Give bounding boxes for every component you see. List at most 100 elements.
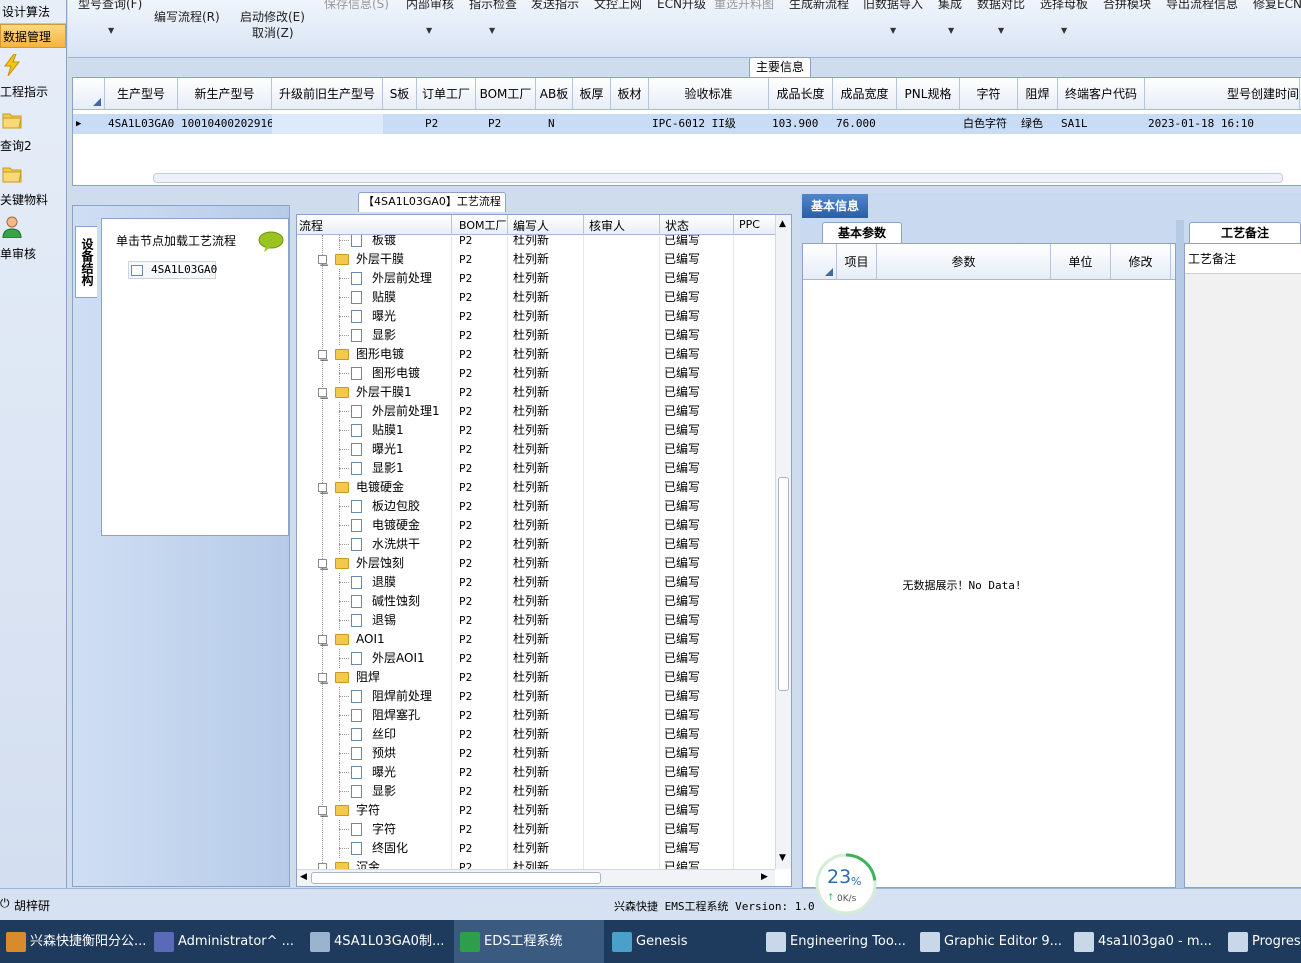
cell[interactable]: 4SA1L03GA0 (105, 114, 178, 134)
cell[interactable] (272, 114, 383, 134)
col-header[interactable]: 阻焊 (1018, 78, 1058, 109)
cancel-button[interactable]: 取消(Z) (252, 24, 294, 41)
col-header[interactable]: 成品宽度 (833, 78, 897, 109)
merge-module-button[interactable]: 合拼模块 (1103, 0, 1151, 12)
ecn-upgrade-button[interactable]: ECN升级 (657, 0, 706, 12)
col-header[interactable]: 参数 (877, 244, 1051, 279)
nav-item-query2[interactable]: 查询2 (0, 106, 66, 160)
tree-row[interactable]: − 电镀硬金 P2 杜列新 已编写 (297, 478, 775, 500)
tree-row[interactable]: − 图形电镀 P2 杜列新 已编写 (297, 345, 775, 367)
table-row[interactable]: ▶ 4SA1L03GA0 10010400202916 P2 P2 N IPC-… (73, 114, 1301, 134)
model-query-button[interactable]: 型号查询(F) (78, 0, 142, 12)
collapse-icon[interactable]: − (318, 388, 329, 405)
cell[interactable]: 76.000 (833, 114, 897, 134)
col-header[interactable]: BOM工厂 (476, 78, 536, 109)
taskbar-item[interactable]: Progress (1222, 920, 1301, 963)
col-header[interactable]: 项目 (837, 244, 877, 279)
cell[interactable]: 10010400202916 (178, 114, 272, 134)
tree-row[interactable]: 退锡 P2 杜列新 已编写 (297, 611, 775, 630)
col-header[interactable]: 字符 (960, 78, 1018, 109)
generate-new-flow-button[interactable]: 生成新流程 (789, 0, 849, 12)
tree-row[interactable]: −沉金P2杜列新已编写 (297, 858, 775, 869)
scroll-down-icon[interactable]: ▼ (779, 853, 786, 863)
cell[interactable]: 103.900 (769, 114, 833, 134)
taskbar-item[interactable]: 4SA1L03GA0制... (304, 920, 454, 963)
tree-row[interactable]: − 字符 P2 杜列新 已编写 (297, 801, 775, 823)
tree-row[interactable]: 外层前处理1 P2 杜列新 已编写 (297, 402, 775, 421)
tree-row[interactable]: 水洗烘干 P2 杜列新 已编写 (297, 535, 775, 554)
col-header[interactable]: 新生产型号 (178, 78, 272, 109)
col-header[interactable]: 板厚 (573, 78, 611, 109)
tree-row[interactable]: 曝光 P2 杜列新 已编写 (297, 307, 775, 326)
send-instruction-button[interactable]: 发送指示 (531, 0, 579, 12)
horizontal-scrollbar[interactable]: ◀ ▶ (297, 869, 775, 886)
scrollbar-thumb[interactable] (778, 477, 789, 691)
instruction-check-button[interactable]: 指示检查 (469, 0, 517, 12)
tree-row[interactable]: 碱性蚀刻 P2 杜列新 已编写 (297, 592, 775, 611)
doc-control-upload-button[interactable]: 文控上网 (594, 0, 642, 12)
tree-row[interactable]: 板边包胶 P2 杜列新 已编写 (297, 497, 775, 516)
col-header[interactable]: 订单工厂 (417, 78, 476, 109)
save-info-button[interactable]: 保存信息(S) (324, 0, 389, 12)
collapse-icon[interactable]: − (318, 350, 329, 367)
col-header[interactable]: 状态 (665, 217, 689, 234)
col-header[interactable]: 终端客户代码 (1058, 78, 1145, 109)
tab-device-structure[interactable]: 设备结构 (75, 226, 97, 298)
col-header[interactable]: 编写人 (513, 217, 549, 234)
nav-item-design-algorithm[interactable]: 设计算法 (0, 0, 66, 24)
cell[interactable]: N (536, 114, 573, 134)
checkbox[interactable] (131, 265, 143, 276)
col-header[interactable]: 型号创建时间 (1145, 78, 1300, 109)
cell[interactable]: IPC-6012 II级 (649, 114, 769, 134)
col-header[interactable]: 验收标准 (649, 78, 769, 109)
chevron-down-icon[interactable]: ▼ (426, 26, 432, 35)
col-header[interactable]: 生产型号 (105, 78, 178, 109)
taskbar-item[interactable]: 兴森快捷衡阳分公... (0, 920, 150, 963)
col-header[interactable]: 板材 (611, 78, 649, 109)
nav-item-key-material[interactable]: 关键物料 (0, 160, 66, 214)
taskbar-item[interactable]: EDS工程系统 (454, 920, 604, 963)
scroll-left-icon[interactable]: ◀ (300, 872, 307, 882)
internal-review-button[interactable]: 内部审核 (406, 0, 454, 12)
chevron-down-icon[interactable]: ▼ (1061, 26, 1067, 35)
tree-row[interactable]: 板镀 P2 杜列新 已编写 (297, 235, 775, 250)
cell[interactable]: 绿色 (1018, 114, 1058, 134)
col-header[interactable]: 升级前旧生产型号 (272, 78, 383, 109)
cell[interactable] (573, 114, 611, 134)
collapse-icon[interactable]: − (318, 483, 329, 500)
old-data-import-button[interactable]: 旧数据导入 (863, 0, 923, 12)
tree-row[interactable]: 贴膜1 P2 杜列新 已编写 (297, 421, 775, 440)
tree-row[interactable]: 电镀硬金 P2 杜列新 已编写 (297, 516, 775, 535)
speed-widget[interactable]: 23 % ↑ 0K/s (815, 853, 877, 915)
tree-row[interactable]: 显影 P2 杜列新 已编写 (297, 326, 775, 345)
col-header[interactable]: 单位 (1051, 244, 1111, 279)
tree-row[interactable]: 外层AOI1 P2 杜列新 已编写 (297, 649, 775, 668)
write-flow-button[interactable]: 编写流程(R) (154, 8, 220, 25)
cell[interactable]: SA1L (1058, 114, 1145, 134)
cell[interactable]: P2 (417, 114, 476, 134)
tree-row[interactable]: 字符 P2 杜列新 已编写 (297, 820, 775, 839)
taskbar-item[interactable]: 4sa1l03ga0 - m... (1068, 920, 1218, 963)
taskbar-item[interactable]: Administrator^ ... (148, 920, 298, 963)
scroll-right-icon[interactable]: ▶ (761, 872, 768, 882)
chevron-down-icon[interactable]: ▼ (890, 26, 896, 35)
horizontal-scrollbar[interactable] (153, 173, 1283, 183)
nav-item-review[interactable]: 单审核 (0, 214, 66, 268)
tree-row[interactable]: − 阻焊 P2 杜列新 已编写 (297, 668, 775, 690)
col-header[interactable]: S板 (383, 78, 417, 109)
taskbar-item[interactable]: Genesis (606, 920, 756, 963)
tab-basic-params[interactable]: 基本参数 (822, 222, 902, 243)
nav-item-engineering-instruction[interactable]: 工程指示 (0, 52, 66, 106)
collapse-icon[interactable]: − (318, 635, 329, 652)
tree-row[interactable]: 阻焊前处理 P2 杜列新 已编写 (297, 687, 775, 706)
scrollbar-thumb[interactable] (311, 872, 601, 884)
reselect-cutting-chart-button[interactable]: 重选开料图 (714, 0, 774, 12)
tab-basic-info[interactable]: 基本信息 (802, 194, 868, 218)
col-header[interactable]: PNL规格 (897, 78, 960, 109)
tree-row[interactable]: 曝光1 P2 杜列新 已编写 (297, 440, 775, 459)
tree-row[interactable]: 预烘 P2 杜列新 已编写 (297, 744, 775, 763)
repair-ecn-button[interactable]: 修复ECN (1253, 0, 1301, 12)
cell[interactable] (611, 114, 649, 134)
tree-row[interactable]: 显影 P2 杜列新 已编写 (297, 782, 775, 801)
tab-process-notes[interactable]: 工艺备注 (1189, 222, 1301, 243)
